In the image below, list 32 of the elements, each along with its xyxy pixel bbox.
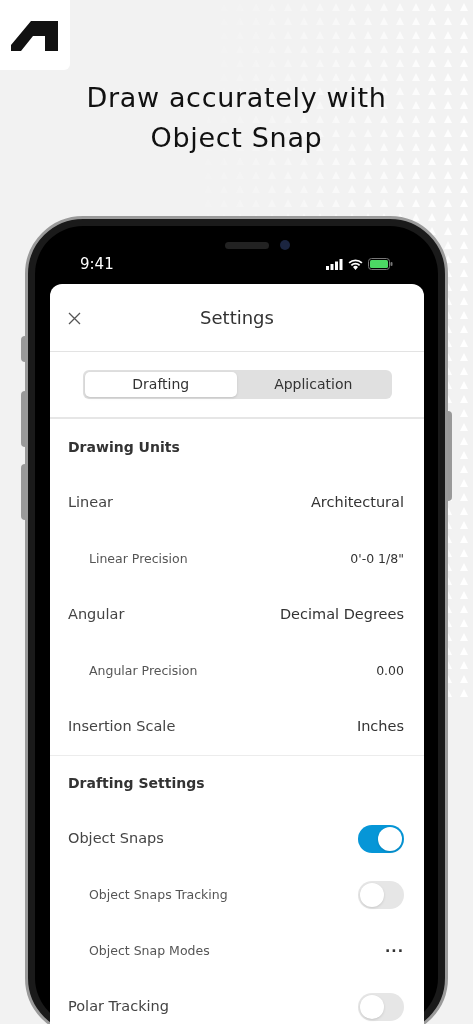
setting-value: 0'-0 1/8" xyxy=(350,549,404,568)
setting-label: Polar Tracking xyxy=(68,997,169,1017)
sheet-title: Settings xyxy=(200,306,274,330)
setting-label: Linear Precision xyxy=(89,549,188,568)
headline: Draw accurately with Object Snap xyxy=(85,81,388,155)
setting-label: Angular Precision xyxy=(89,661,198,680)
speaker-grille xyxy=(225,242,269,249)
battery-icon xyxy=(368,258,393,270)
setting-value: Architectural xyxy=(310,493,404,513)
setting-value: 0.00 xyxy=(376,661,404,680)
wifi-icon xyxy=(348,258,363,270)
section-header: Drafting Settings xyxy=(68,774,205,793)
setting-label: Object Snap Modes xyxy=(89,941,210,960)
camera xyxy=(280,240,290,250)
setting-label: Object Snaps xyxy=(68,829,164,849)
more-button[interactable]: ··· xyxy=(385,940,404,962)
segment-tab[interactable]: Application xyxy=(237,372,390,397)
logo-icon xyxy=(11,18,59,52)
setting-label: Angular xyxy=(68,605,125,625)
section-header: Drawing Units xyxy=(68,437,180,457)
setting-label: Linear xyxy=(68,493,114,513)
setting-value: Decimal Degrees xyxy=(279,605,404,625)
toggle-switch[interactable] xyxy=(358,993,404,1021)
toggle-switch[interactable] xyxy=(358,881,404,909)
status-time: 9:41 xyxy=(80,253,114,275)
toggle-switch[interactable] xyxy=(358,825,404,853)
setting-label: Insertion Scale xyxy=(68,717,176,737)
setting-label: Object Snaps Tracking xyxy=(89,885,228,904)
signal-icon xyxy=(326,258,343,270)
segment-tab[interactable]: Drafting xyxy=(84,372,237,397)
close-icon xyxy=(67,311,81,325)
setting-value: Inches xyxy=(356,717,404,737)
